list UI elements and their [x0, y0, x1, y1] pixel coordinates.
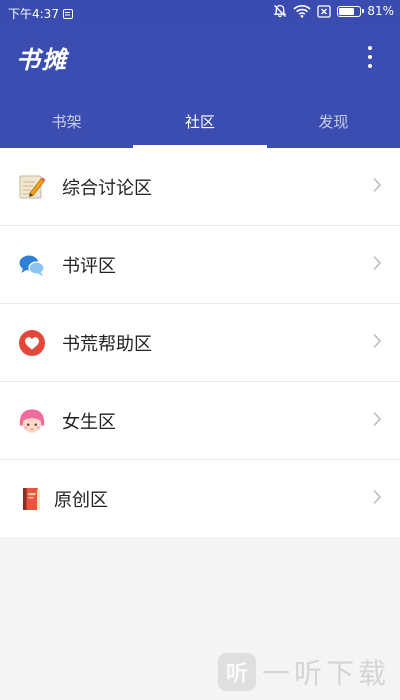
- chevron-right-icon: [372, 333, 382, 353]
- list-item-label: 原创区: [54, 489, 108, 511]
- chevron-right-icon: [372, 255, 382, 275]
- tab-bar: 书架 社区 发现: [0, 102, 400, 148]
- more-dot-icon: [368, 64, 372, 68]
- app-title: 书摊: [16, 45, 68, 74]
- tab-discover[interactable]: 发现: [267, 102, 400, 148]
- list-item-label: 书荒帮助区: [62, 333, 152, 355]
- mute-bell-icon: [273, 4, 287, 18]
- battery-percent: 81%: [367, 4, 394, 18]
- list-item-original-works[interactable]: 原创区: [0, 460, 400, 537]
- status-bar: 下午4:37 81%: [0, 0, 400, 26]
- heart-icon: [18, 329, 46, 357]
- status-right: 81%: [273, 4, 394, 18]
- watermark: 听 一听下载: [217, 652, 390, 692]
- battery-icon: [337, 5, 365, 17]
- girl-face-icon: [18, 407, 46, 435]
- notepad-pencil-icon: [18, 173, 46, 201]
- app-bar: 书摊 书架 社区 发现: [0, 26, 400, 148]
- chevron-right-icon: [372, 411, 382, 431]
- list-item-general-discussion[interactable]: 综合讨论区: [0, 148, 400, 226]
- list-item-label: 书评区: [62, 255, 116, 277]
- watermark-text: 一听下载: [261, 657, 390, 690]
- list-item-female-section[interactable]: 女生区: [0, 382, 400, 460]
- watermark-logo-icon: 听: [217, 653, 256, 691]
- chat-bubbles-icon: [18, 251, 46, 279]
- tab-community[interactable]: 社区: [133, 102, 267, 148]
- list-item-book-help[interactable]: 书荒帮助区: [0, 304, 400, 382]
- message-notification-icon: [62, 8, 73, 19]
- status-left: 下午4:37: [8, 5, 73, 22]
- list-item-label: 女生区: [62, 411, 116, 433]
- more-dot-icon: [368, 55, 372, 59]
- chevron-right-icon: [372, 177, 382, 197]
- list-item-book-reviews[interactable]: 书评区: [0, 226, 400, 304]
- wifi-icon: [293, 4, 311, 18]
- status-time: 下午4:37: [8, 7, 59, 21]
- tab-bookshelf[interactable]: 书架: [0, 102, 133, 148]
- book-icon: [18, 485, 46, 513]
- list-item-label: 综合讨论区: [62, 177, 152, 199]
- more-options-button[interactable]: [360, 46, 380, 68]
- battery-level: [339, 7, 355, 15]
- no-sim-icon: [317, 4, 331, 18]
- more-dot-icon: [368, 46, 372, 50]
- community-list: 综合讨论区 书评区 书荒帮助区 女生区 原创区: [0, 148, 400, 537]
- chevron-right-icon: [372, 489, 382, 509]
